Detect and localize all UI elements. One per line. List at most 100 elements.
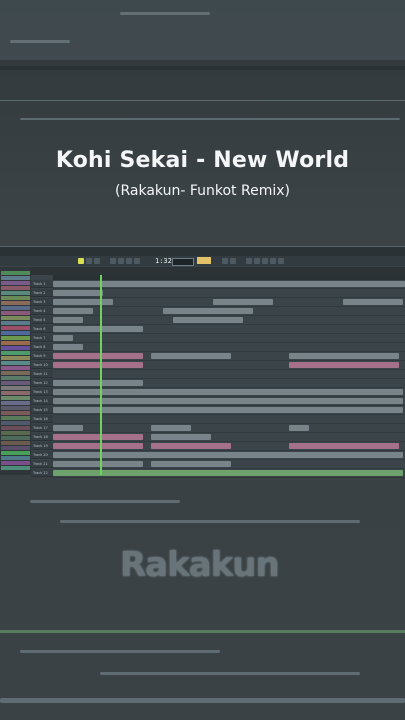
track-label[interactable]: Track 22 xyxy=(31,469,53,477)
playlist-clip[interactable] xyxy=(53,290,103,296)
playlist-clip[interactable] xyxy=(289,353,399,359)
playlist-clip[interactable] xyxy=(213,299,273,305)
track-label[interactable]: Track 2 xyxy=(31,289,53,297)
track-lane[interactable] xyxy=(53,424,405,433)
channel-item[interactable] xyxy=(1,291,30,295)
playlist-clip[interactable] xyxy=(53,326,143,332)
playlist-clip[interactable] xyxy=(53,389,403,395)
track-lane[interactable] xyxy=(53,370,405,379)
track-lane[interactable] xyxy=(53,361,405,370)
track-lane[interactable] xyxy=(53,433,405,442)
channel-item[interactable] xyxy=(1,416,30,420)
playlist-clip[interactable] xyxy=(53,362,143,368)
playlist-clip[interactable] xyxy=(53,299,113,305)
track-label[interactable]: Track 6 xyxy=(31,325,53,333)
channel-item[interactable] xyxy=(1,446,30,450)
playlist-clip[interactable] xyxy=(151,353,231,359)
channel-item[interactable] xyxy=(1,276,30,280)
playlist-clip[interactable] xyxy=(53,470,403,476)
toolbar-button[interactable] xyxy=(118,258,124,264)
track-lane[interactable] xyxy=(53,460,405,469)
channel-item[interactable] xyxy=(1,306,30,310)
playlist-clip[interactable] xyxy=(53,380,143,386)
playlist-clip[interactable] xyxy=(53,281,405,287)
playlist-clip[interactable] xyxy=(53,317,83,323)
toolbar-button[interactable] xyxy=(222,258,228,264)
playlist-clip[interactable] xyxy=(53,407,403,413)
toolbar-button[interactable] xyxy=(126,258,132,264)
playhead[interactable] xyxy=(100,275,102,475)
channel-item[interactable] xyxy=(1,451,30,455)
track-lane[interactable] xyxy=(53,343,405,352)
track-label[interactable]: Track 10 xyxy=(31,361,53,369)
channel-item[interactable] xyxy=(1,326,30,330)
channel-item[interactable] xyxy=(1,381,30,385)
channel-item[interactable] xyxy=(1,341,30,345)
playlist-clip[interactable] xyxy=(53,335,73,341)
track-label[interactable]: Track 4 xyxy=(31,307,53,315)
channel-item[interactable] xyxy=(1,376,30,380)
stop-button[interactable] xyxy=(86,258,92,264)
channel-item[interactable] xyxy=(1,396,30,400)
channel-item[interactable] xyxy=(1,426,30,430)
channel-item[interactable] xyxy=(1,321,30,325)
track-lane[interactable] xyxy=(53,334,405,343)
toolbar-button[interactable] xyxy=(134,258,140,264)
track-label[interactable]: Track 20 xyxy=(31,451,53,459)
track-lane[interactable] xyxy=(53,352,405,361)
track-lane[interactable] xyxy=(53,442,405,451)
channel-item[interactable] xyxy=(1,461,30,465)
channel-item[interactable] xyxy=(1,466,30,470)
play-button[interactable] xyxy=(78,258,84,264)
channel-item[interactable] xyxy=(1,296,30,300)
channel-item[interactable] xyxy=(1,411,30,415)
channel-item[interactable] xyxy=(1,271,30,275)
playlist-clip[interactable] xyxy=(151,461,231,467)
playlist-clip[interactable] xyxy=(289,362,399,368)
track-label[interactable]: Track 1 xyxy=(31,280,53,288)
playlist-clip[interactable] xyxy=(173,317,243,323)
channel-item[interactable] xyxy=(1,311,30,315)
track-label[interactable]: Track 14 xyxy=(31,397,53,405)
playlist-clip[interactable] xyxy=(289,425,309,431)
track-lane[interactable] xyxy=(53,316,405,325)
track-label[interactable]: Track 3 xyxy=(31,298,53,306)
channel-item[interactable] xyxy=(1,336,30,340)
track-lane[interactable] xyxy=(53,406,405,415)
toolbar-button[interactable] xyxy=(262,258,268,264)
pattern-selector[interactable] xyxy=(172,258,194,266)
playlist-clip[interactable] xyxy=(53,425,83,431)
track-lane[interactable] xyxy=(53,280,405,289)
track-label[interactable]: Track 12 xyxy=(31,379,53,387)
track-label[interactable]: Track 21 xyxy=(31,460,53,468)
playlist-clip[interactable] xyxy=(53,461,143,467)
track-label[interactable]: Track 11 xyxy=(31,370,53,378)
channel-item[interactable] xyxy=(1,361,30,365)
channel-item[interactable] xyxy=(1,441,30,445)
channel-item[interactable] xyxy=(1,316,30,320)
record-button[interactable] xyxy=(94,258,100,264)
channel-item[interactable] xyxy=(1,406,30,410)
channel-item[interactable] xyxy=(1,301,30,305)
toolbar-button[interactable] xyxy=(254,258,260,264)
track-lane[interactable] xyxy=(53,307,405,316)
channel-item[interactable] xyxy=(1,366,30,370)
track-lane[interactable] xyxy=(53,379,405,388)
playlist-clip[interactable] xyxy=(53,344,83,350)
playlist-clip[interactable] xyxy=(53,452,403,458)
playlist-clip[interactable] xyxy=(289,443,399,449)
toolbar-button[interactable] xyxy=(270,258,276,264)
toolbar-button[interactable] xyxy=(278,258,284,264)
playlist-clip[interactable] xyxy=(151,425,191,431)
track-label[interactable]: Track 7 xyxy=(31,334,53,342)
playlist-clip[interactable] xyxy=(151,443,231,449)
playlist-clip[interactable] xyxy=(53,308,93,314)
playlist-clip[interactable] xyxy=(53,434,143,440)
channel-item[interactable] xyxy=(1,351,30,355)
channel-item[interactable] xyxy=(1,421,30,425)
channel-item[interactable] xyxy=(1,346,30,350)
track-label[interactable]: Track 15 xyxy=(31,406,53,414)
track-label[interactable]: Track 5 xyxy=(31,316,53,324)
track-label[interactable]: Track 18 xyxy=(31,433,53,441)
playlist-clip[interactable] xyxy=(53,398,403,404)
